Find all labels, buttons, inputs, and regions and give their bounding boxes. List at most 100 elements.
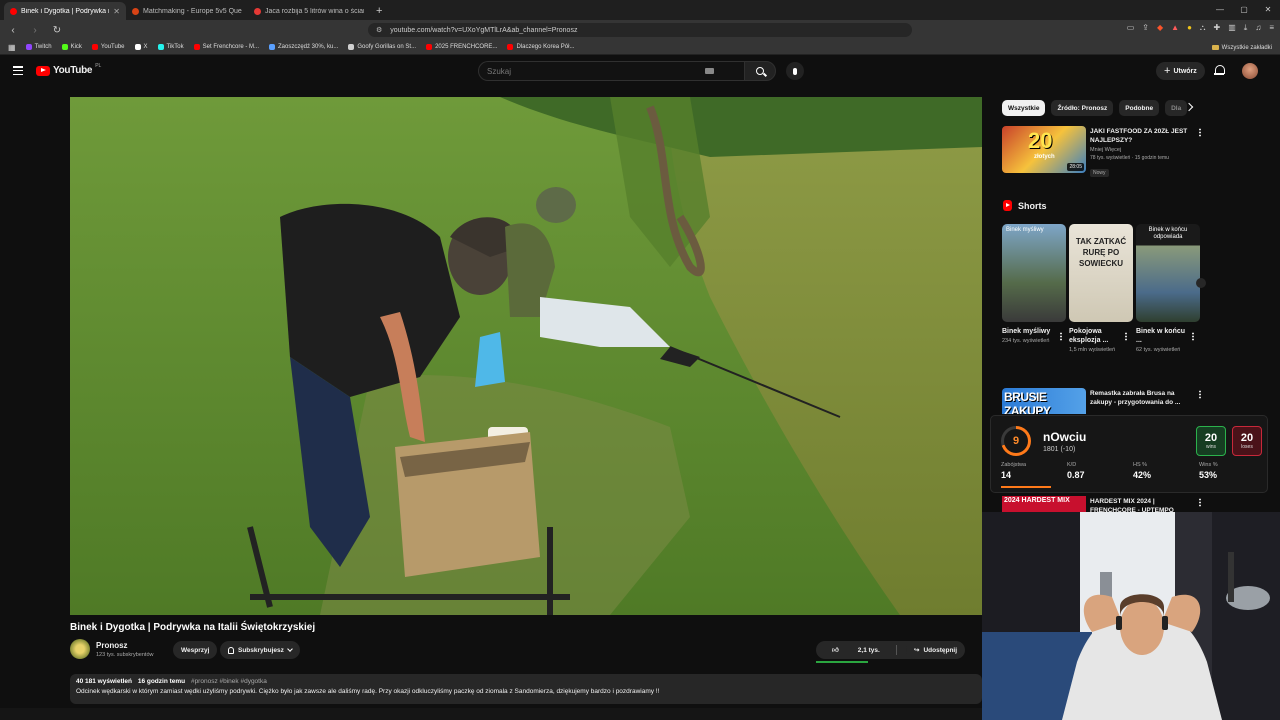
recommended-video[interactable]: 2024 HARDEST MIX HARDEST MIX 2024 | FREN… [1002,496,1202,514]
short-item[interactable]: Binek w końcu odpowiada Binek w końcu ..… [1136,224,1200,353]
recommended-video[interactable]: 20 złotych 28:05 JAKI FASTFOOD ZA 20ZŁ J… [1002,126,1202,177]
short-thumbnail[interactable]: TAK ZATKAĆ RURĘ PO SOWIECKU [1069,224,1133,322]
notifications-bell-icon[interactable] [1214,65,1225,76]
brave-rewards-icon[interactable]: ▲ [1171,23,1179,33]
download-icon[interactable]: ⤓ [1244,23,1248,33]
hamburger-menu-icon[interactable] [13,66,23,75]
extension-icon[interactable]: ● [1187,23,1192,33]
maximize-icon[interactable]: ▢ [1232,0,1256,20]
faceit-favicon-icon [132,7,139,15]
support-button[interactable]: Wesprzyj [173,641,218,659]
hashtags[interactable]: #pronosz #binek #dygotka [191,678,267,685]
short-views: 1,5 mln wyświetleń [1069,347,1116,353]
youtube-favicon-icon [254,7,261,15]
more-options-icon[interactable] [1199,390,1201,399]
recommended-channel: Mniej Więcej [1090,147,1122,153]
more-options-icon[interactable] [1125,332,1127,341]
keyboard-icon[interactable] [705,68,714,74]
vpn-icon[interactable]: ⛬ [1200,23,1206,33]
more-options-icon[interactable] [1192,332,1194,341]
shorts-next-button[interactable] [1196,278,1206,288]
video-frame [70,97,982,615]
bookmark-kick[interactable]: Kick [61,44,82,50]
all-bookmarks[interactable]: Wszystkie zakładki [1211,40,1272,55]
recommended-video[interactable]: BRUSIE ZAKUPY Remastka zabrała Brusa na … [1002,388,1202,414]
subscribed-button[interactable]: Subskrybujesz [220,641,300,659]
chip-from-channel[interactable]: Źródło: Pronosz [1051,100,1114,116]
new-tab-icon[interactable]: + [376,2,382,20]
thumb-up-icon: 👍︎ [832,647,839,654]
search-icon [756,67,764,75]
bookmark-tiktok[interactable]: TikTok [157,44,184,50]
bookmark-korea[interactable]: Dlaczego Korea Pół... [507,44,574,50]
bookmarks-bar: ▦ Twitch Kick YouTube X TikTok Set Frenc… [0,40,1280,55]
tab-matchmaking[interactable]: Matchmaking - Europe 5v5 Queue [126,2,248,20]
video-player[interactable] [70,97,982,615]
reload-icon[interactable]: ↻ [50,25,64,36]
channel-row: Pronosz 123 tys. subskrybentów Wesprzyj … [70,639,982,663]
channel-name[interactable]: Pronosz [96,641,128,650]
extensions-area: ▭ ⇪ ◆ ▲ ● ⛬ ✚ ▥ ⤓ ♫ ≡ [1127,23,1274,33]
more-options-icon[interactable] [1199,128,1201,137]
bookmark-youtube[interactable]: YouTube [91,44,125,50]
chip-for-you[interactable]: Dla [1165,100,1188,116]
youtube-logo[interactable]: YouTube PL [36,63,101,76]
recommended-meta: 78 tys. wyświetleń · 15 godzin temu [1090,155,1169,161]
stat-kd: K/D 0.87 [1067,462,1085,480]
like-button[interactable]: 👍︎ 2,1 tys. [816,641,896,659]
shorts-icon [1003,200,1012,211]
shorts-shelf-header: Shorts [1003,200,1047,211]
bookmark-twitch[interactable]: Twitch [25,44,52,50]
video-thumbnail[interactable]: 20 złotych 28:05 [1002,126,1086,173]
minimize-icon[interactable]: — [1208,0,1232,20]
menu-icon[interactable]: ≡ [1269,23,1274,33]
short-thumbnail[interactable]: Binek w końcu odpowiada [1136,224,1200,322]
short-thumbnail[interactable]: Binek myśliwy [1002,224,1066,322]
forward-icon[interactable]: › [28,25,42,36]
voice-search-button[interactable] [786,62,804,80]
description-text: Odcinek wędkarski w którym zamiast wędki… [76,688,660,695]
channel-avatar[interactable] [70,639,90,659]
apps-grid-icon[interactable]: ▦ [8,43,16,52]
close-window-icon[interactable]: ✕ [1256,0,1280,20]
search-button[interactable] [744,61,776,81]
skill-level: 9 [1004,429,1028,453]
brave-shield-icon[interactable]: ◆ [1157,23,1163,33]
cast-icon[interactable]: ▭ [1127,23,1135,33]
sidebar-icon[interactable]: ▥ [1228,23,1236,33]
site-settings-icon[interactable]: ⚙ [376,26,382,34]
description-box[interactable]: 40 181 wyświetleń 16 godzin temu #pronos… [70,674,982,704]
playlist-icon[interactable]: ♫ [1255,23,1261,33]
share-button[interactable]: ↪ Udostępnij [906,641,966,659]
puzzle-icon[interactable]: ✚ [1214,23,1221,33]
search-input[interactable]: Szukaj [478,61,744,81]
video-thumbnail[interactable]: 2024 HARDEST MIX [1002,496,1086,512]
share-icon[interactable]: ⇪ [1142,23,1149,33]
webcam-frame [982,512,1280,720]
more-options-icon[interactable] [1060,332,1062,341]
chip-all[interactable]: Wszystkie [1002,100,1046,116]
bookmark-goofy-gorillas[interactable]: Goofy Gorillas on St... [348,44,416,50]
bookmark-2025-frenchcore[interactable]: 2025 FRENCHCORE... [426,44,497,50]
account-avatar[interactable] [1242,63,1258,79]
close-icon[interactable]: ✕ [113,7,120,16]
filter-chips: Wszystkie Źródło: Pronosz Podobne Dla [1002,100,1188,116]
browser-toolbar: ‹ › ↻ ⚙ youtube.com/watch?v=UXoYgMTlLrA&… [0,20,1280,40]
more-options-icon[interactable] [1199,498,1201,507]
short-views: 234 tys. wyświetleń [1002,338,1050,344]
back-icon[interactable]: ‹ [6,25,20,36]
microphone-icon [793,67,797,75]
short-item[interactable]: TAK ZATKAĆ RURĘ PO SOWIECKU Pokojowa eks… [1069,224,1133,353]
bookmark-zaoszczedz[interactable]: Zaoszczędź 30%, ku... [269,44,338,50]
short-item[interactable]: Binek myśliwy Binek myśliwy 234 tys. wyś… [1002,224,1066,344]
tab-jaca[interactable]: Jaca rozbija 5 litrów wina o ścianę ze [248,2,370,20]
bookmark-frenchcore[interactable]: Set Frenchcore - M... [193,44,259,50]
create-button[interactable]: + Utwórz [1156,62,1205,80]
tab-youtube-video[interactable]: Binek i Dygotka | Podrywka n ✕ [4,2,126,20]
short-title: Binek w końcu ... [1136,328,1186,344]
bookmark-x[interactable]: X [134,44,148,50]
video-thumbnail[interactable]: BRUSIE ZAKUPY [1002,388,1086,414]
youtube-favicon-icon [10,7,17,15]
chip-related[interactable]: Podobne [1119,100,1160,116]
address-bar[interactable]: ⚙ youtube.com/watch?v=UXoYgMTlLrA&ab_cha… [368,23,912,37]
